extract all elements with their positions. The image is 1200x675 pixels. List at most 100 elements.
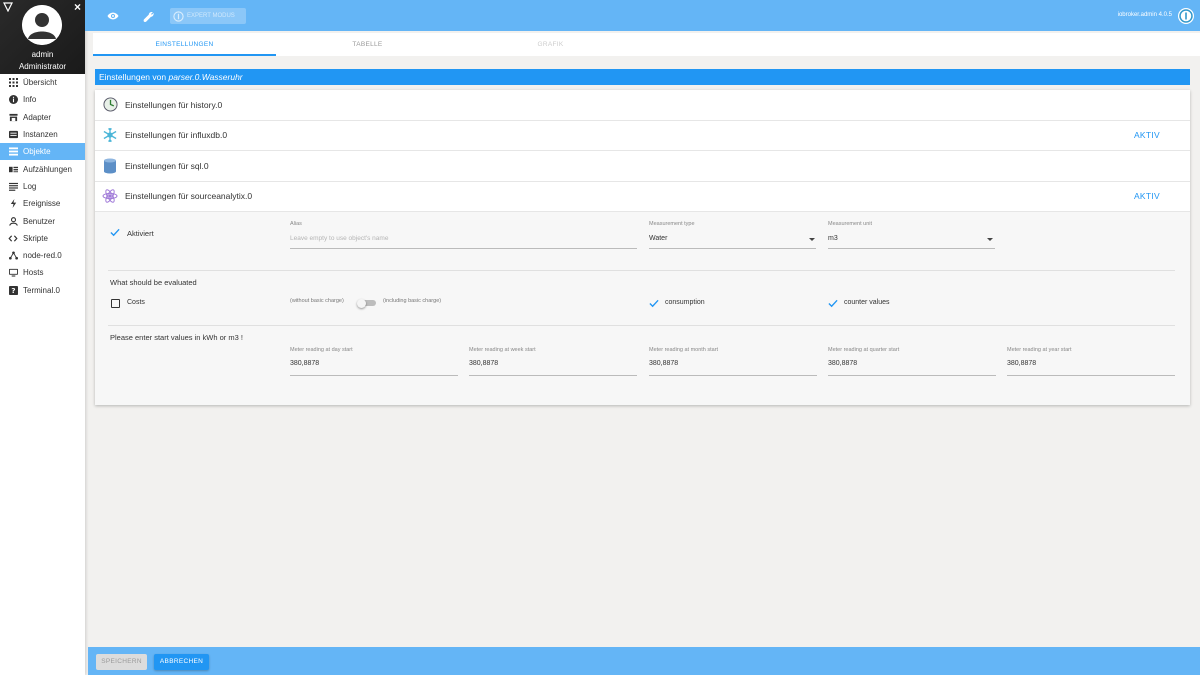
checkmark-icon: [649, 299, 659, 307]
counter-values-checkbox[interactable]: [828, 298, 838, 308]
enums-icon: [8, 164, 18, 174]
instances-icon: [8, 130, 18, 140]
basic-charge-toggle[interactable]: [357, 298, 377, 308]
measurement-type-underline: [649, 248, 816, 249]
wrench-icon: [143, 11, 154, 22]
sidebar-item-label: Objekte: [23, 147, 51, 157]
reading-year-input[interactable]: 380,8878: [1007, 360, 1036, 367]
accordion-influxdb[interactable]: Einstellungen für influxdb.0 AKTIV: [95, 121, 1190, 151]
reading-month-label: Meter reading at month start: [649, 347, 719, 353]
sidebar-item-label: Skripte: [23, 233, 48, 243]
without-basic-charge-label: (without basic charge): [290, 298, 344, 304]
reading-day-input[interactable]: 380,8878: [290, 360, 319, 367]
sidebar-item-label: Benutzer: [23, 216, 56, 226]
settings-panel: Einstellungen für history.0 Einstellunge…: [95, 90, 1190, 405]
alias-input[interactable]: Leave empty to use object's name: [290, 235, 388, 242]
sidebar-nav: Übersicht Info Adapter Instanzen Objekte…: [0, 74, 85, 299]
sidebar-item-hosts[interactable]: Hosts: [0, 264, 85, 281]
accordion-label: Einstellungen für history.0: [125, 99, 223, 110]
accordion-history[interactable]: Einstellungen für history.0: [95, 90, 1190, 121]
grid-icon: [8, 78, 18, 88]
reading-quarter-input[interactable]: 380,8878: [828, 360, 857, 367]
sidebar-item-aufzaehlungen[interactable]: Aufzählungen: [0, 160, 85, 177]
checkmark-icon: [828, 299, 838, 307]
user-role: Administrator: [18, 62, 67, 71]
sidebar: × admin Administrator Übersicht Info Ada…: [0, 0, 85, 675]
accordion-sql[interactable]: Einstellungen für sql.0: [95, 151, 1190, 182]
sidebar-item-uebersicht[interactable]: Übersicht: [0, 74, 85, 91]
costs-checkbox[interactable]: [110, 298, 120, 308]
evaluate-heading: What should be evaluated: [110, 278, 197, 287]
top-bar: EXPERT MODUS iobroker.admin 4.0.5: [85, 0, 1200, 31]
costs-label: Costs: [127, 299, 145, 306]
tab-einstellungen[interactable]: EINSTELLUNGEN: [93, 33, 276, 56]
tab-tabelle[interactable]: TABELLE: [276, 33, 459, 56]
divider: [108, 325, 1175, 326]
sidebar-item-log[interactable]: Log: [0, 178, 85, 195]
close-sidebar-icon[interactable]: ×: [74, 1, 81, 13]
sidebar-item-instanzen[interactable]: Instanzen: [0, 126, 85, 143]
divider: [108, 270, 1175, 271]
view-eye-button[interactable]: [104, 7, 122, 25]
hosts-icon: [8, 268, 18, 278]
reading-month-input[interactable]: 380,8878: [649, 360, 678, 367]
activated-checkbox[interactable]: [110, 227, 120, 237]
settings-wrench-button[interactable]: [139, 7, 157, 25]
sql-icon: [102, 158, 118, 174]
expert-mode-button[interactable]: EXPERT MODUS: [170, 8, 246, 24]
reading-quarter-label: Meter reading at quarter start: [828, 347, 900, 353]
sidebar-item-label: Adapter: [23, 112, 52, 122]
reading-day-label: Meter reading at day start: [290, 347, 353, 353]
accordion-label: Einstellungen für sourceanalytix.0: [125, 191, 253, 202]
sidebar-item-label: node-red.0: [23, 251, 62, 261]
start-values-heading: Please enter start values in kWh or m3 !: [110, 333, 243, 342]
sourceanalytix-icon: [102, 188, 118, 204]
sidebar-item-ereignisse[interactable]: Ereignisse: [0, 195, 85, 212]
sidebar-item-adapter[interactable]: Adapter: [0, 109, 85, 126]
sidebar-item-info[interactable]: Info: [0, 91, 85, 108]
accordion-label: Einstellungen für influxdb.0: [125, 130, 228, 141]
sidebar-item-label: Ereignisse: [23, 199, 61, 209]
counter-values-label: counter values: [844, 299, 890, 306]
sidebar-item-node-red[interactable]: node-red.0: [0, 247, 85, 264]
measurement-type-select[interactable]: Water: [649, 235, 667, 242]
events-icon: [8, 199, 18, 209]
sidebar-item-skripte[interactable]: Skripte: [0, 230, 85, 247]
status-badge: AKTIV: [1133, 191, 1160, 202]
sidebar-item-objekte[interactable]: Objekte: [0, 143, 85, 161]
sidebar-item-terminal[interactable]: ? Terminal.0: [0, 282, 85, 299]
sidebar-item-label: Aufzählungen: [23, 164, 72, 174]
iobroker-logo[interactable]: [1178, 8, 1194, 24]
user-name: admin: [31, 50, 54, 59]
save-button[interactable]: SPEICHERN: [96, 654, 147, 670]
sidebar-item-label: Terminal.0: [23, 285, 60, 295]
iobroker-logo-icon: [1179, 9, 1193, 23]
settings-header: Einstellungen von parser.0.Wasseruhr: [95, 69, 1190, 85]
tab-grafik: GRAFIK: [537, 41, 564, 48]
host-label: iobroker.admin 4.0.5: [1117, 12, 1172, 18]
sidebar-item-benutzer[interactable]: Benutzer: [0, 212, 85, 229]
measurement-type-label: Measurement type: [649, 221, 695, 227]
status-badge: AKTIV: [1133, 130, 1160, 141]
history-icon: [102, 97, 118, 113]
alias-label: Alias: [290, 221, 302, 227]
measurement-unit-label: Measurement unit: [828, 221, 873, 227]
object-id: parser.0.Wasseruhr: [168, 72, 243, 82]
accordion-sourceanalytix[interactable]: Einstellungen für sourceanalytix.0 AKTIV: [95, 182, 1190, 212]
code-icon: [8, 233, 18, 243]
tabs-bar: EINSTELLUNGEN TABELLE GRAFIK: [93, 33, 1200, 56]
objects-icon: [8, 147, 18, 157]
svg-text:?: ?: [11, 286, 15, 295]
cancel-button[interactable]: ABBRECHEN: [154, 654, 209, 670]
user-icon: [8, 216, 18, 226]
terminal-icon: ?: [8, 285, 18, 295]
reading-day-underline: [290, 375, 458, 376]
measurement-unit-select[interactable]: m3: [828, 235, 838, 242]
consumption-checkbox[interactable]: [649, 298, 659, 308]
sidebar-item-label: Übersicht: [23, 78, 57, 88]
reading-week-underline: [469, 375, 637, 376]
node-red-icon: [8, 251, 18, 261]
reading-week-input[interactable]: 380,8878: [469, 360, 498, 367]
alias-underline: [290, 248, 637, 249]
including-basic-charge-label: (including basic charge): [383, 298, 442, 304]
